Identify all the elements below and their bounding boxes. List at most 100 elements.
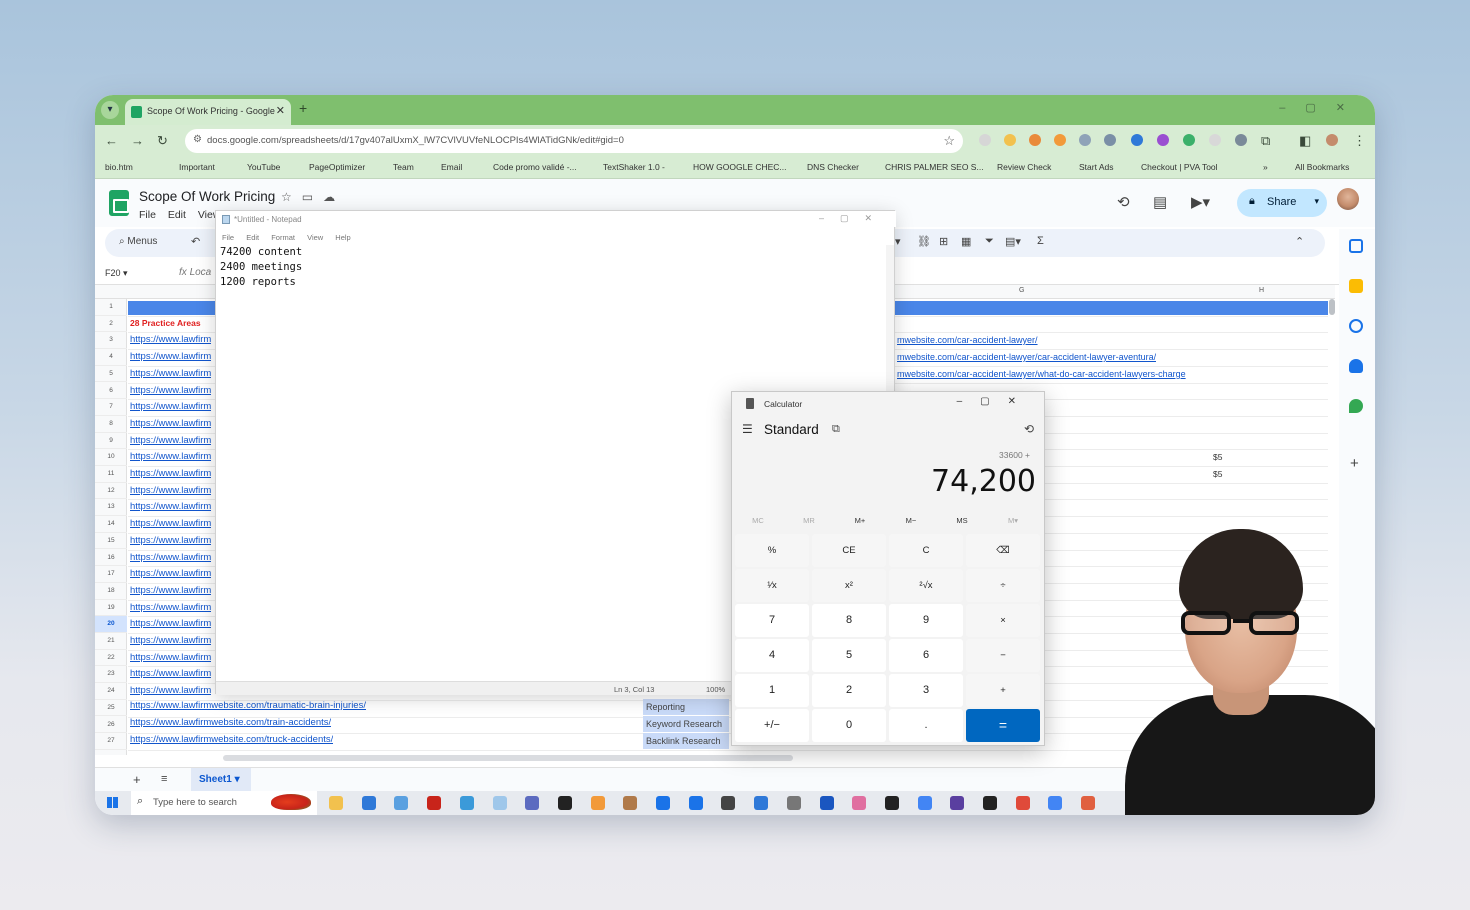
cell-link[interactable]: https://www.lawfirm (130, 385, 211, 396)
bookmark-item[interactable]: CHRIS PALMER SEO S... (885, 162, 984, 172)
digit-1-button[interactable]: 1 (735, 674, 809, 707)
multiply-button[interactable]: × (966, 604, 1040, 637)
taskbar-app-icon[interactable] (1048, 796, 1063, 810)
meet-camera-icon[interactable]: ▶▾ (1191, 193, 1210, 211)
browser-tab-active[interactable]: Scope Of Work Pricing - Google ✕ (125, 99, 291, 125)
taskbar-app-icon[interactable] (819, 796, 834, 810)
row-header[interactable]: 5 (95, 366, 127, 383)
row-header[interactable]: 8 (95, 416, 127, 433)
row-header[interactable]: 22 (95, 650, 127, 667)
cell-link[interactable]: https://www.lawfirm (130, 535, 211, 546)
bookmark-item[interactable]: TextShaker 1.0 - (603, 162, 665, 172)
cell-link[interactable]: https://www.lawfirmwebsite.com/train-acc… (130, 717, 331, 728)
memory-button[interactable]: M− (889, 516, 933, 525)
row-header[interactable]: 6 (95, 383, 127, 400)
taskbar-app-icon[interactable] (459, 796, 474, 810)
extension-icon[interactable] (1157, 134, 1169, 146)
bookmark-item[interactable]: Important (179, 162, 215, 172)
row-header[interactable]: 4 (95, 349, 127, 366)
bookmark-item[interactable]: PageOptimizer (309, 162, 365, 172)
windows-start-icon[interactable] (107, 797, 118, 808)
cell-link[interactable]: https://www.lawfirm (130, 435, 211, 446)
row-header[interactable]: 12 (95, 483, 127, 500)
bookmark-star-icon[interactable]: ☆ (943, 133, 955, 149)
cell-link[interactable]: mwebsite.com/car-accident-lawyer/car-acc… (897, 352, 1156, 362)
row-header[interactable]: 3 (95, 332, 127, 350)
row-header[interactable]: 19 (95, 600, 127, 617)
row-header[interactable]: 9 (95, 433, 127, 450)
notepad-menu-edit[interactable]: Edit (246, 233, 259, 242)
tab-close-icon[interactable]: ✕ (276, 104, 285, 117)
cell-link[interactable]: https://www.lawfirm (130, 334, 211, 345)
cell-link[interactable]: https://www.lawfirm (130, 652, 211, 663)
cell-link[interactable]: https://www.lawfirmwebsite.com/truck-acc… (130, 734, 333, 745)
taskbar-app-icon[interactable] (1081, 796, 1096, 810)
taskbar-app-icon[interactable] (329, 796, 343, 810)
bookmark-item[interactable]: Review Check (997, 162, 1051, 172)
square-button[interactable]: x² (812, 569, 886, 602)
digit-7-button[interactable]: 7 (735, 604, 809, 637)
extension-icon[interactable] (1131, 134, 1143, 146)
cell-link[interactable]: mwebsite.com/car-accident-lawyer/what-do… (897, 369, 1186, 379)
taskbar-app-icon[interactable] (361, 796, 376, 810)
bookmark-item[interactable]: Email (441, 162, 462, 172)
memory-button[interactable]: M+ (838, 516, 882, 525)
horizontal-scrollbar[interactable] (223, 755, 793, 761)
bookmark-item[interactable]: Checkout | PVA Tool (1141, 162, 1218, 172)
all-bookmarks-folder[interactable]: All Bookmarks (1295, 162, 1349, 172)
cell-link[interactable]: https://www.lawfirm (130, 518, 211, 529)
tab-search-dropdown[interactable]: ▾ (101, 101, 119, 119)
cell-link[interactable]: https://www.lawfirm (130, 602, 211, 613)
practice-areas-label[interactable]: 28 Practice Areas (130, 318, 201, 328)
cell-link[interactable]: https://www.lawfirm (130, 585, 211, 596)
row-header[interactable]: 13 (95, 499, 127, 517)
taskbar-app-icon[interactable] (1015, 796, 1030, 810)
extension-icon[interactable] (1183, 134, 1195, 146)
add-button[interactable]: + (966, 674, 1040, 707)
cell-link[interactable]: mwebsite.com/car-accident-lawyer/ (897, 335, 1038, 345)
clear-button[interactable]: C (889, 534, 963, 567)
contacts-icon[interactable] (1349, 359, 1363, 373)
add-sheet-button[interactable]: + (133, 772, 141, 787)
share-dropdown-icon[interactable]: ▾ (1314, 196, 1319, 207)
row-header[interactable]: 7 (95, 399, 127, 416)
filter-icon[interactable]: ⏷ (985, 235, 994, 248)
digit-0-button[interactable]: 0 (812, 709, 886, 742)
column-header-g[interactable]: G (1019, 287, 1024, 294)
extension-icon[interactable] (1104, 134, 1116, 146)
taskbar-app-icon[interactable] (427, 796, 442, 810)
row-header[interactable]: 18 (95, 583, 127, 600)
all-sheets-icon[interactable]: ≡ (161, 773, 167, 785)
avatar[interactable] (1337, 188, 1359, 210)
extension-icon[interactable] (1235, 134, 1247, 146)
title-actions[interactable]: ☆▭☁ (281, 190, 345, 204)
bookmark-item[interactable]: Start Ads (1079, 162, 1114, 172)
cell-link[interactable]: https://www.lawfirm (130, 685, 211, 696)
profile-avatar-icon[interactable] (1326, 134, 1338, 146)
taskbar-app-icon[interactable] (852, 796, 867, 810)
row-header[interactable]: 11 (95, 466, 127, 483)
menu-file[interactable]: File (139, 209, 156, 221)
negate-button[interactable]: +/− (735, 709, 809, 742)
price-cell[interactable]: $5 (1213, 469, 1222, 479)
cell-link[interactable]: https://www.lawfirm (130, 501, 211, 512)
cell-link[interactable]: https://www.lawfirm (130, 401, 211, 412)
collapse-toolbar-icon[interactable]: ⌃ (1295, 235, 1304, 248)
row-header[interactable]: 14 (95, 516, 127, 533)
row-header[interactable]: 10 (95, 449, 127, 466)
row-header[interactable]: 16 (95, 550, 127, 567)
task-cell[interactable]: Keyword Research (643, 716, 729, 732)
calculator-window-controls[interactable]: –▢✕ (957, 396, 1034, 407)
subtract-button[interactable]: − (966, 639, 1040, 672)
notepad-menu-format[interactable]: Format (271, 233, 295, 242)
cell-link[interactable]: https://www.lawfirm (130, 668, 211, 679)
memory-button[interactable]: MS (940, 516, 984, 525)
memory-button[interactable]: MC (736, 516, 780, 525)
equals-button[interactable]: = (966, 709, 1040, 742)
taskbar-app-icon[interactable] (884, 796, 899, 810)
row-header[interactable]: 17 (95, 566, 127, 583)
bookmark-item[interactable]: YouTube (247, 162, 280, 172)
cell-link[interactable]: https://www.lawfirm (130, 485, 211, 496)
notepad-window-controls[interactable]: –▢✕ (819, 213, 888, 224)
taskbar-app-icon[interactable] (394, 796, 409, 810)
